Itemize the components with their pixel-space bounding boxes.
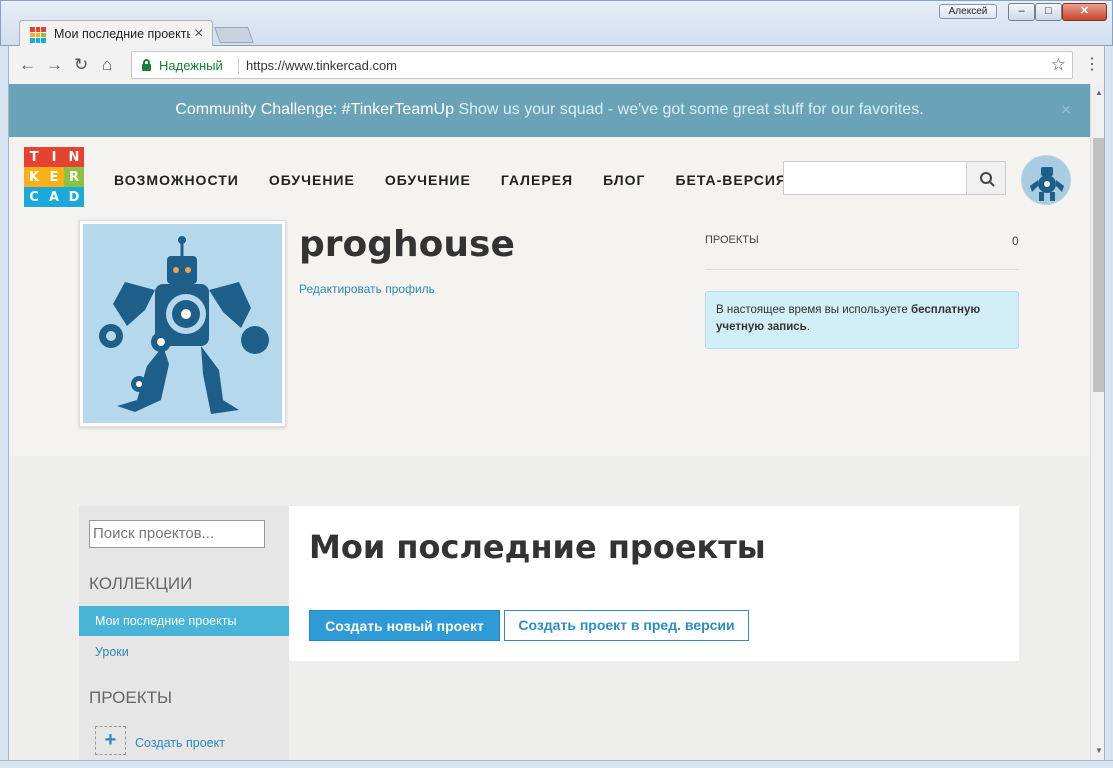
nav-item[interactable]: ВОЗМОЖНОСТИ	[114, 172, 239, 188]
minimize-button[interactable]: –	[1008, 3, 1035, 21]
projects-stat-count: 0	[1012, 234, 1019, 248]
page-scrollbar[interactable]: ▲ ▼	[1090, 84, 1104, 760]
profile-username: proghouse	[299, 224, 515, 265]
tinkercad-favicon-icon	[30, 27, 46, 43]
logo-letter: K	[24, 167, 44, 187]
address-bar[interactable]: Надежный https://www.tinkercad.com ☆	[131, 51, 1073, 79]
logo-letter: E	[44, 167, 64, 187]
close-window-button[interactable]: ✕	[1062, 3, 1107, 21]
tab-title: Мои последние проекты	[54, 27, 190, 41]
browser-user-button[interactable]: Алексей	[939, 4, 997, 19]
nav-item[interactable]: ГАЛЕРЕЯ	[501, 172, 573, 188]
forward-arrow-icon[interactable]: →	[46, 55, 63, 75]
robot-avatar-icon	[1022, 156, 1070, 204]
nav-item[interactable]: ОБУЧЕНИЕ	[269, 172, 355, 188]
project-search-input[interactable]: Поиск проектов...	[89, 520, 265, 548]
reload-icon[interactable]: ↻	[74, 55, 88, 75]
banner-subtitle: Show us your squad - we've got some grea…	[458, 101, 924, 118]
collections-heading: КОЛЛЕКЦИИ	[89, 574, 193, 593]
banner-close-icon[interactable]: ×	[1061, 100, 1071, 120]
projects-sidebar: Поиск проектов... КОЛЛЕКЦИИ Мои последни…	[79, 506, 289, 760]
main-nav: ВОЗМОЖНОСТИ ОБУЧЕНИЕ ОБУЧЕНИЕ ГАЛЕРЕЯ БЛОГ БЕ…	[114, 172, 787, 188]
search-icon	[980, 172, 995, 187]
logo-letter: R	[64, 167, 84, 187]
nav-item[interactable]: БЕТА-ВЕРСИЯ	[675, 172, 787, 188]
projects-stat-label: ПРОЕКТЫ	[705, 234, 759, 246]
nav-item[interactable]: БЛОГ	[603, 172, 645, 188]
scroll-thumb[interactable]	[1093, 138, 1104, 392]
logo-letter: N	[64, 147, 84, 167]
robot-avatar-icon	[99, 236, 269, 414]
plus-icon[interactable]: +	[95, 726, 126, 755]
tinkercad-logo[interactable]: TINKERCAD	[24, 147, 84, 207]
logo-letter: T	[24, 147, 44, 167]
browser-tab[interactable]: Мои последние проекты ×	[19, 20, 213, 48]
scroll-down-icon[interactable]: ▼	[1095, 746, 1103, 755]
maximize-button[interactable]: □	[1035, 3, 1062, 21]
challenge-banner[interactable]: Community Challenge: #TinkerTeamUp Show …	[9, 84, 1090, 137]
profile-picture[interactable]	[79, 220, 286, 427]
profile-header: TINKERCAD ВОЗМОЖНОСТИ ОБУЧЕНИЕ ОБУЧЕНИЕ ГАЛ…	[9, 137, 1090, 456]
nav-item[interactable]: ОБУЧЕНИЕ	[385, 172, 471, 188]
create-legacy-project-button[interactable]: Создать проект в пред. версии	[504, 610, 749, 641]
create-project-link[interactable]: Создать проект	[135, 736, 225, 750]
banner-title: Community Challenge: #TinkerTeamUp	[175, 101, 454, 118]
sidebar-item-recent-projects[interactable]: Мои последние проекты	[79, 606, 289, 636]
url-text[interactable]: https://www.tinkercad.com	[246, 58, 397, 73]
logo-letter: A	[44, 187, 64, 207]
window-titlebar: Мои последние проекты × Алексей – □ ✕	[0, 0, 1113, 48]
tab-close-icon[interactable]: ×	[194, 25, 203, 43]
browser-toolbar: ← → ↻ ⌂ Надежный https://www.tinkercad.c…	[8, 46, 1105, 84]
logo-letter: C	[24, 187, 44, 207]
main-content: Мои последние проекты Создать новый прое…	[289, 506, 1019, 661]
secure-label: Надежный	[159, 58, 223, 73]
edit-profile-link[interactable]: Редактировать профиль	[299, 282, 435, 296]
lock-icon	[142, 59, 151, 71]
site-search-button[interactable]	[966, 161, 1006, 195]
page-title: Мои последние проекты	[309, 528, 766, 566]
sidebar-item-lessons[interactable]: Уроки	[79, 637, 289, 667]
logo-letter: D	[64, 187, 84, 207]
browser-menu-icon[interactable]: ⋮	[1084, 54, 1100, 74]
projects-heading: ПРОЕКТЫ	[89, 688, 173, 707]
scroll-up-icon[interactable]: ▲	[1095, 88, 1103, 97]
account-info-box: В настоящее время вы используете бесплат…	[705, 291, 1019, 349]
home-icon[interactable]: ⌂	[102, 55, 112, 75]
bookmark-star-icon[interactable]: ☆	[1051, 55, 1066, 75]
new-tab-button[interactable]	[214, 27, 254, 43]
create-new-project-button[interactable]: Создать новый проект	[309, 610, 500, 641]
back-arrow-icon[interactable]: ←	[19, 55, 36, 75]
page-viewport: Community Challenge: #TinkerTeamUp Show …	[8, 84, 1105, 760]
logo-letter: I	[44, 147, 64, 167]
user-avatar[interactable]	[1021, 155, 1071, 205]
site-search-input[interactable]	[783, 161, 967, 195]
